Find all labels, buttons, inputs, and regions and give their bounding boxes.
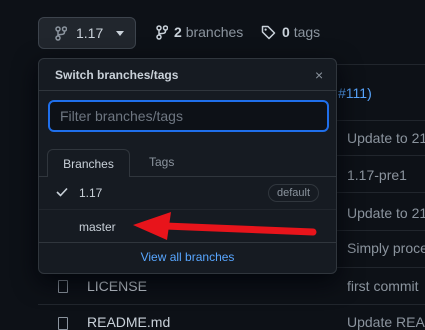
file-icon [58,280,68,293]
tag-icon [261,25,276,40]
tab-branches[interactable]: Branches [47,149,130,177]
tags-count: 0 [282,24,290,40]
default-badge: default [268,184,320,202]
commit-message[interactable]: Simply proce [347,240,425,256]
file-name[interactable]: LICENSE [87,278,147,294]
check-icon [56,187,68,197]
git-branch-icon [156,24,168,40]
branches-link[interactable]: 2 branches [156,24,243,40]
dropdown-title: Switch branches/tags [55,68,179,82]
annotation-arrow-icon [133,212,317,240]
dropdown-divider [39,90,336,91]
commit-message[interactable]: 1.17-pre1 [347,167,407,183]
commit-message[interactable]: #111) [338,85,372,101]
list-divider [38,304,425,305]
tags-link[interactable]: 0 tags [261,24,320,40]
git-branch-icon [55,25,67,41]
commit-message[interactable]: first commit [347,278,419,294]
branches-count: 2 [174,24,182,40]
branches-label: branches [185,24,244,40]
file-icon [58,317,68,330]
current-branch-label: 1.17 [76,25,104,41]
commit-message[interactable]: Update REA [347,314,425,330]
commit-message[interactable]: Update to 21 [347,205,425,221]
close-icon[interactable]: × [315,67,323,83]
branch-item-label: 1.17 [79,186,103,200]
commit-message[interactable]: Update to 21 [347,130,425,146]
branch-item-label: master [79,220,116,234]
tab-tags[interactable]: Tags [149,155,174,169]
filter-input[interactable] [48,100,329,132]
file-name[interactable]: README.md [87,314,170,330]
branch-select-button[interactable]: 1.17 [38,17,136,49]
tags-label: tags [293,24,321,40]
view-all-branches-link[interactable]: View all branches [39,250,336,264]
chevron-down-icon [116,30,125,36]
